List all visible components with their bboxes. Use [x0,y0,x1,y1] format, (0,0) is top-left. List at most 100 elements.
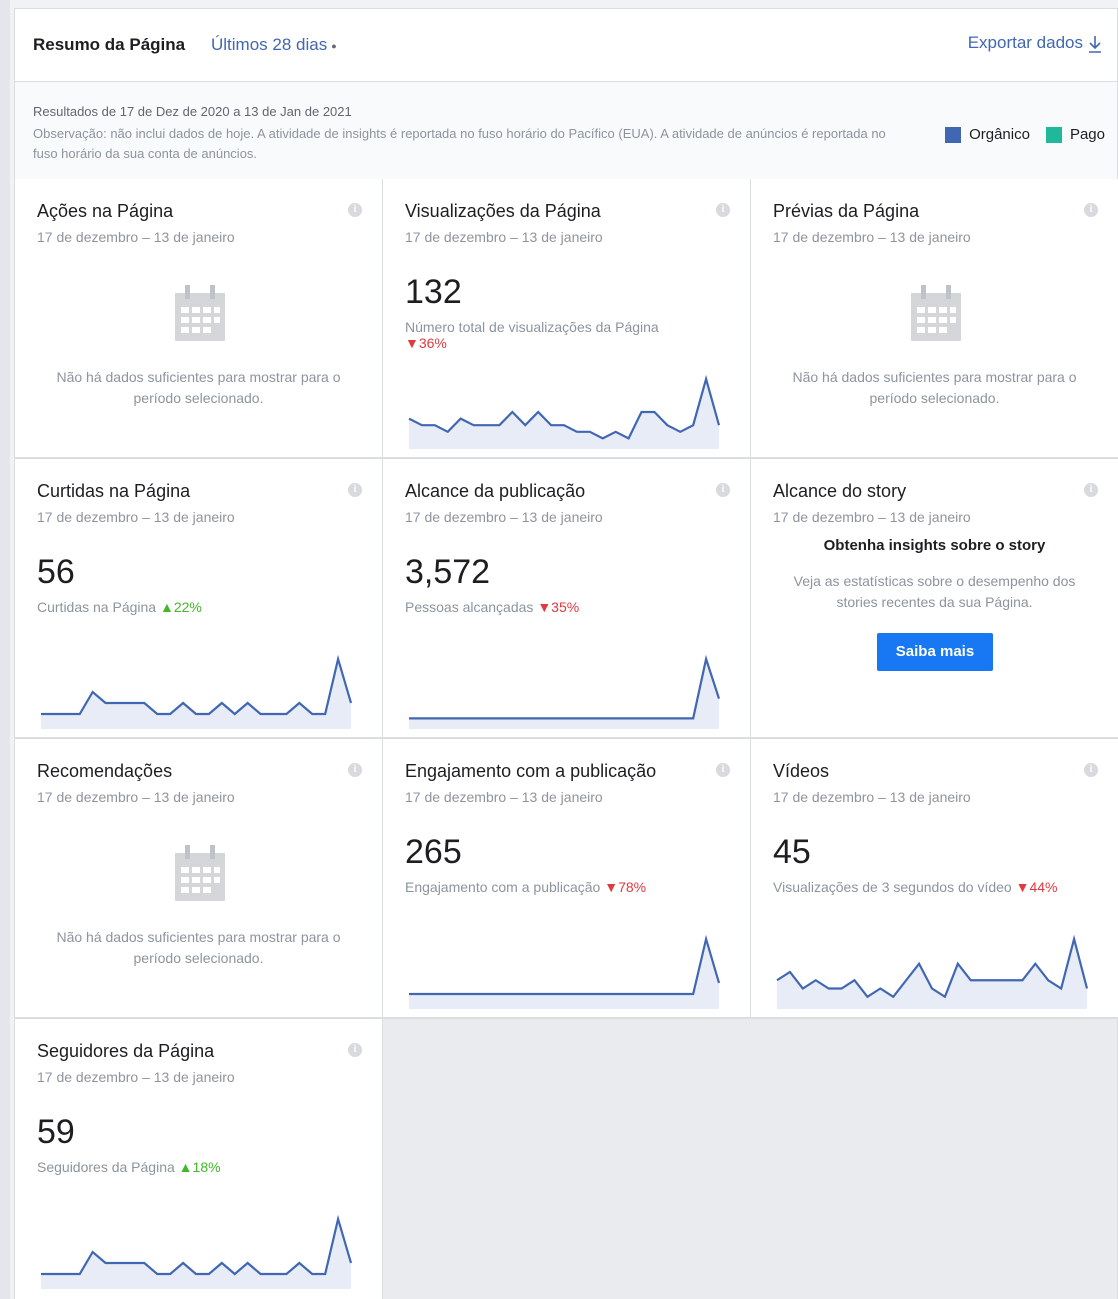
metric-label: Seguidores da Página [37,1159,175,1175]
caret-down-icon: ● [331,40,337,51]
card-title: Visualizações da Página [405,201,601,221]
summary-title: Resumo da Página [33,35,186,54]
sparkline-chart [776,934,1088,1009]
card-alcance-da-publicacao: Alcance da publicação i 17 de dezembro –… [383,459,750,737]
card-title: Ações na Página [37,201,174,221]
info-icon[interactable]: i [348,203,362,217]
metric-subtitle: Engajamento com a publicação ▼78% [405,879,646,895]
card-curtidas-na-pagina: Curtidas na Página i 17 de dezembro – 13… [15,459,382,737]
export-data-link[interactable]: Exportar dados [968,33,1103,54]
info-icon[interactable]: i [716,763,730,777]
metric-subtitle: Pessoas alcançadas ▼35% [405,599,579,615]
empty-message: Não há dados suficientes para mostrar pa… [56,929,341,966]
card-title: Prévias da Página [773,201,920,221]
metric-label: Curtidas na Página [37,599,157,615]
learn-more-button[interactable]: Saiba mais [877,633,993,671]
calendar-icon [175,845,225,901]
metric-value: 59 [37,1113,75,1151]
metric-subtitle: Visualizações de 3 segundos do vídeo ▼44… [773,879,1057,895]
empty-message: Não há dados suficientes para mostrar pa… [792,369,1077,406]
change-down-badge: ▼35% [537,599,580,615]
page-summary-panel: Resumo da Página Últimos 28 dias ● Export… [14,8,1118,1299]
download-icon [1089,35,1101,53]
change-value: 22% [173,599,202,615]
story-description: Veja as estatísticas sobre o desempenho … [793,573,1076,610]
empty-message: Não há dados suficientes para mostrar pa… [56,369,341,406]
info-icon[interactable]: i [348,483,362,497]
card-date-range: 17 de dezembro – 13 de janeiro [405,229,603,245]
sparkline-chart [41,1214,352,1289]
metric-label: Visualizações de 3 segundos do vídeo [773,879,1012,895]
metric-value: 265 [405,833,462,871]
info-icon[interactable]: i [348,1043,362,1057]
card-videos: Vídeos i 17 de dezembro – 13 de janeiro … [751,739,1118,1017]
card-title: Vídeos [773,761,830,781]
metric-label: Número total de visualizações da Página [405,319,659,335]
card-title: Alcance do story [773,481,907,501]
export-label: Exportar dados [967,33,1083,52]
card-recomendacoes: Recomendações i 17 de dezembro – 13 de j… [15,739,382,1017]
info-icon[interactable]: i [1084,203,1098,217]
card-date-range: 17 de dezembro – 13 de janeiro [773,789,971,805]
card-title: Recomendações [37,761,173,781]
info-icon[interactable]: i [348,763,362,777]
legend: Orgânico Pago [933,126,1105,143]
story-heading: Obtenha insights sobre o story [823,537,1046,554]
card-date-range: 17 de dezembro – 13 de janeiro [773,509,971,525]
sparkline-area [41,1219,351,1289]
sparkline-line [409,654,720,720]
metric-subtitle: Seguidores da Página ▲18% [37,1159,221,1175]
change-up-badge: ▲22% [159,599,202,615]
card-title: Engajamento com a publicação [405,761,657,781]
info-icon[interactable]: i [1084,763,1098,777]
sparkline-chart [41,654,352,729]
card-title: Curtidas na Página [37,481,191,501]
paid-swatch [1045,126,1062,143]
change-down-badge: ▼78% [604,879,647,895]
card-seguidores-da-pagina: Seguidores da Página i 17 de dezembro – … [15,1019,382,1299]
organic-swatch [945,126,962,143]
calendar-icon [175,285,225,341]
change-value: 44% [1029,879,1058,895]
card-date-range: 17 de dezembro – 13 de janeiro [405,509,603,525]
period-label: Últimos 28 dias [211,35,328,54]
sparkline-chart [408,374,720,449]
metrics-grid: Ações na Página i 17 de dezembro – 13 de… [15,179,1118,1299]
change-value: 35% [551,599,580,615]
metric-value: 132 [405,273,462,311]
legend-organic: Orgânico [969,126,1030,143]
card-date-range: 17 de dezembro – 13 de janeiro [405,789,603,805]
change-down-badge: ▼36% [405,335,447,351]
change-value: 36% [418,335,447,351]
metric-label: Engajamento com a publicação [405,879,601,895]
card-date-range: 17 de dezembro – 13 de janeiro [37,229,235,245]
card-date-range: 17 de dezembro – 13 de janeiro [37,1069,235,1085]
summary-header: Resumo da Página Últimos 28 dias ● Export… [15,9,1117,82]
change-up-badge: ▲18% [178,1159,221,1175]
card-previas-da-pagina: Prévias da Página i 17 de dezembro – 13 … [751,179,1118,457]
card-alcance-do-story: Alcance do story i 17 de dezembro – 13 d… [751,459,1118,737]
card-title: Alcance da publicação [405,481,586,501]
metric-subtitle: Número total de visualizações da Página ▼… [405,319,659,351]
calendar-icon [911,285,961,341]
left-edge [0,0,10,1299]
metric-label: Pessoas alcançadas [405,599,534,615]
observation-text: Observação: não inclui dados de hoje. A … [33,126,886,161]
info-icon[interactable]: i [716,483,730,497]
card-date-range: 17 de dezembro – 13 de janeiro [773,229,971,245]
period-dropdown[interactable]: Últimos 28 dias ● [211,35,337,55]
card-acoes-na-pagina: Ações na Página i 17 de dezembro – 13 de… [15,179,382,457]
info-icon[interactable]: i [716,203,730,217]
metric-value: 56 [37,553,75,591]
card-visualizacoes-da-pagina: Visualizações da Página i 17 de dezembro… [383,179,750,457]
change-down-badge: ▼44% [1015,879,1058,895]
sparkline-chart [409,654,720,729]
info-icon[interactable]: i [1084,483,1098,497]
sparkline-area [409,939,719,1009]
sparkline-line [409,934,720,996]
change-value: 78% [618,879,647,895]
metric-value: 3,572 [405,553,491,591]
metric-subtitle: Curtidas na Página ▲22% [37,599,202,615]
sparkline-area [409,379,719,449]
legend-paid: Pago [1069,126,1105,143]
